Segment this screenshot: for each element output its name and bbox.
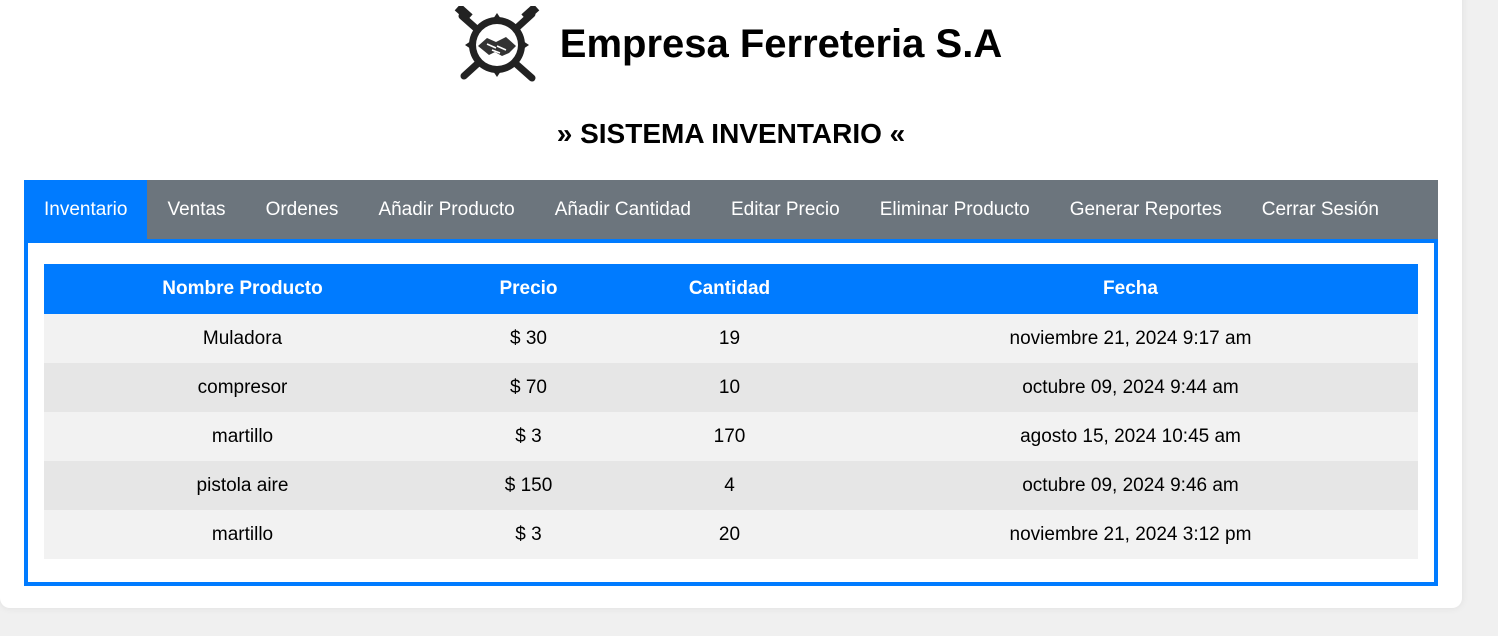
cell-precio: $ 70 <box>441 363 616 412</box>
cell-nombre: compresor <box>44 363 441 412</box>
main-nav: Inventario Ventas Ordenes Añadir Product… <box>24 180 1438 240</box>
cell-precio: $ 3 <box>441 412 616 461</box>
table-row: Muladora $ 30 19 noviembre 21, 2024 9:17… <box>44 314 1418 363</box>
column-header-precio: Precio <box>441 264 616 314</box>
page-title: » SISTEMA INVENTARIO « <box>556 118 906 149</box>
tab-anadir-producto[interactable]: Añadir Producto <box>358 180 534 240</box>
cell-fecha: agosto 15, 2024 10:45 am <box>843 412 1418 461</box>
tab-generar-reportes[interactable]: Generar Reportes <box>1050 180 1242 240</box>
tab-editar-precio[interactable]: Editar Precio <box>711 180 860 240</box>
table-row: pistola aire $ 150 4 octubre 09, 2024 9:… <box>44 461 1418 510</box>
inventory-panel: Nombre Producto Precio Cantidad Fecha Mu… <box>24 239 1438 586</box>
table-row: compresor $ 70 10 octubre 09, 2024 9:44 … <box>44 363 1418 412</box>
tab-anadir-cantidad[interactable]: Añadir Cantidad <box>535 180 711 240</box>
cell-fecha: octubre 09, 2024 9:44 am <box>843 363 1418 412</box>
cell-nombre: pistola aire <box>44 461 441 510</box>
cell-cantidad: 4 <box>616 461 843 510</box>
cell-nombre: martillo <box>44 412 441 461</box>
tab-cerrar-sesion[interactable]: Cerrar Sesión <box>1242 180 1399 240</box>
cell-cantidad: 170 <box>616 412 843 461</box>
cell-fecha: noviembre 21, 2024 9:17 am <box>843 314 1418 363</box>
tab-ordenes[interactable]: Ordenes <box>246 180 359 240</box>
column-header-cantidad: Cantidad <box>616 264 843 314</box>
cell-fecha: octubre 09, 2024 9:46 am <box>843 461 1418 510</box>
table-header-row: Nombre Producto Precio Cantidad Fecha <box>44 264 1418 314</box>
table-row: martillo $ 3 170 agosto 15, 2024 10:45 a… <box>44 412 1418 461</box>
column-header-fecha: Fecha <box>843 264 1418 314</box>
cell-cantidad: 10 <box>616 363 843 412</box>
cell-cantidad: 20 <box>616 510 843 559</box>
cell-precio: $ 30 <box>441 314 616 363</box>
tab-eliminar-producto[interactable]: Eliminar Producto <box>860 180 1050 240</box>
table-row: martillo $ 3 20 noviembre 21, 2024 3:12 … <box>44 510 1418 559</box>
inventory-table: Nombre Producto Precio Cantidad Fecha Mu… <box>44 264 1418 559</box>
handshake-tools-logo-icon <box>454 6 540 82</box>
company-name: Empresa Ferreteria S.A <box>559 21 1003 66</box>
column-header-nombre: Nombre Producto <box>44 264 441 314</box>
cell-precio: $ 3 <box>441 510 616 559</box>
cell-nombre: Muladora <box>44 314 441 363</box>
tab-ventas[interactable]: Ventas <box>147 180 245 240</box>
page-header: Empresa Ferreteria S.A <box>0 0 1462 100</box>
cell-nombre: martillo <box>44 510 441 559</box>
cell-cantidad: 19 <box>616 314 843 363</box>
cell-fecha: noviembre 21, 2024 3:12 pm <box>843 510 1418 559</box>
cell-precio: $ 150 <box>441 461 616 510</box>
tab-inventario[interactable]: Inventario <box>24 180 148 240</box>
